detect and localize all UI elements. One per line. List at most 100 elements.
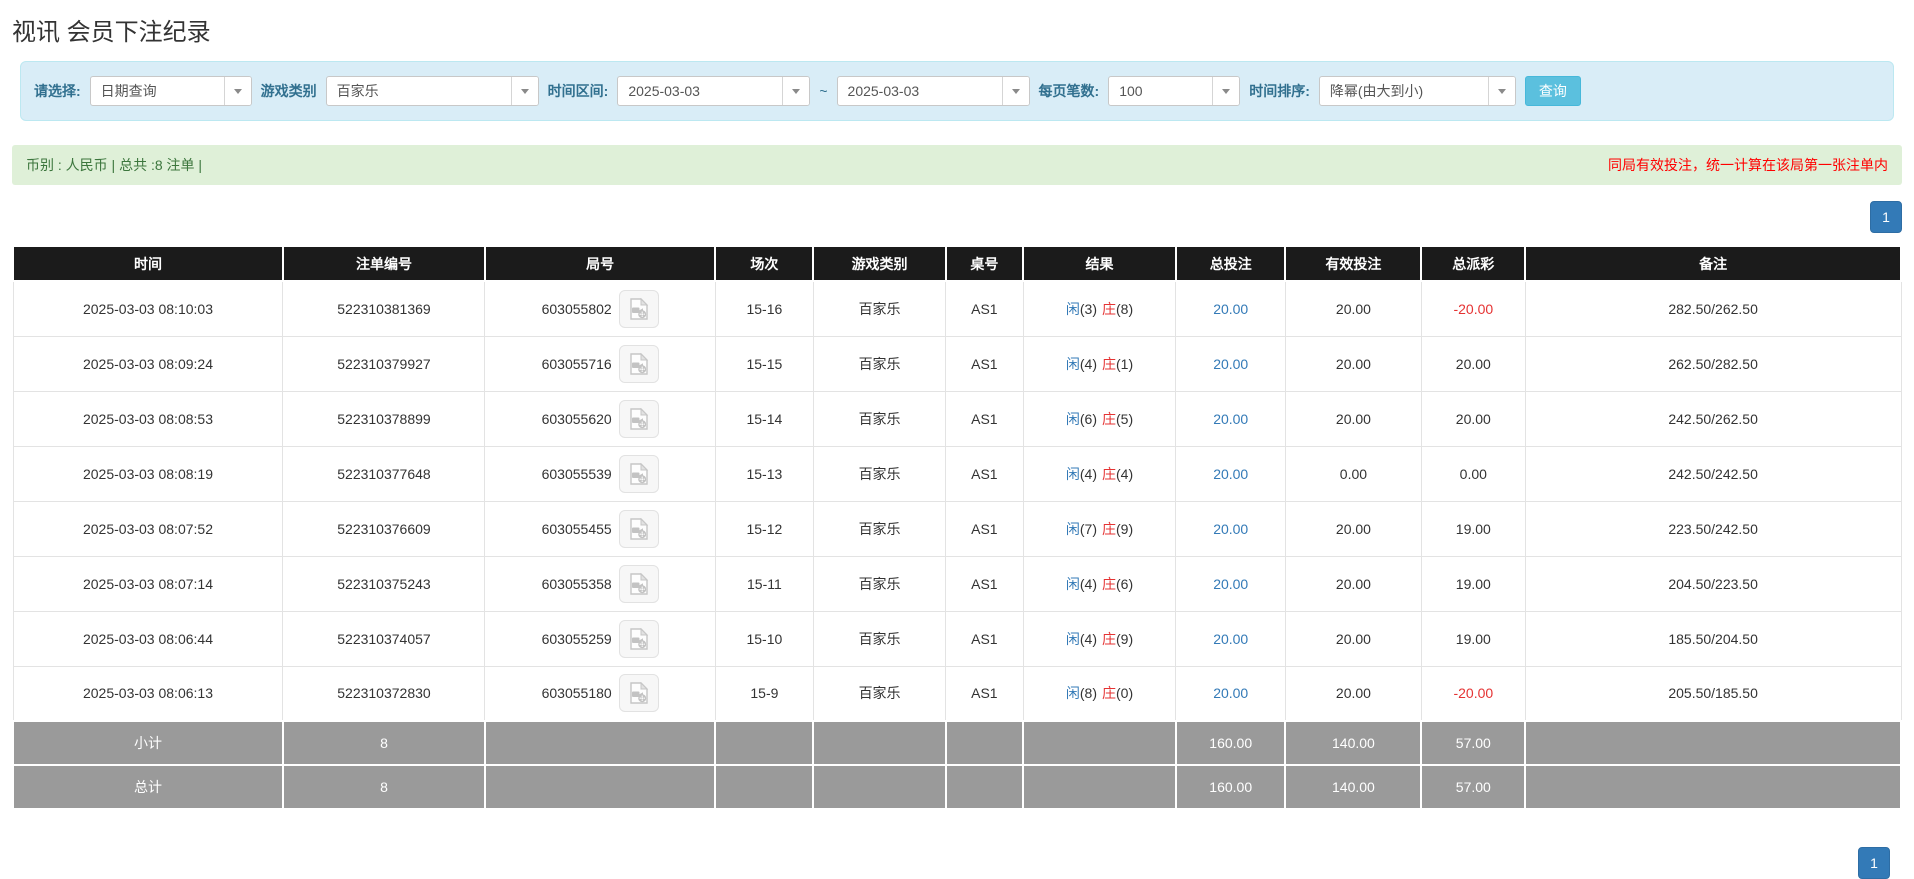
- result-banker: 庄: [1102, 355, 1116, 372]
- cell-table-no: AS1: [945, 610, 1024, 667]
- per-page-select[interactable]: 100: [1108, 76, 1241, 106]
- video-replay-button[interactable]: [618, 344, 659, 383]
- table-body: 2025-03-03 08:10:03 522310381369 6030558…: [12, 280, 1902, 722]
- chevron-down-icon: [1212, 77, 1240, 105]
- date-from-select[interactable]: 2025-03-03: [617, 76, 811, 106]
- subtotal-valid-bet: 140.00: [1284, 720, 1423, 766]
- cell-payout: 19.00: [1420, 500, 1526, 557]
- query-type-select[interactable]: 日期查询: [89, 76, 252, 106]
- cell-session: 15-12: [714, 500, 814, 557]
- cell-remark: 205.50/185.50: [1524, 665, 1902, 722]
- summary-notice-text: 同局有效投注，统一计算在该局第一张注单内: [1608, 157, 1888, 173]
- cell-total-bet: 20.00: [1175, 665, 1286, 722]
- result-banker: 庄: [1102, 300, 1116, 317]
- cell-payout: 19.00: [1420, 610, 1526, 667]
- cell-round: 603055802: [484, 280, 716, 337]
- total-bet-link[interactable]: 20.00: [1213, 631, 1248, 647]
- video-replay-button[interactable]: [618, 289, 659, 328]
- table-row: 2025-03-03 08:06:13 522310372830 6030551…: [12, 665, 1902, 722]
- video-replay-button[interactable]: [618, 674, 659, 713]
- table-row: 2025-03-03 08:10:03 522310381369 6030558…: [12, 280, 1902, 337]
- game-type-label: 游戏类别: [260, 83, 317, 99]
- cell-remark: 242.50/262.50: [1524, 390, 1902, 447]
- cell-time: 2025-03-03 08:07:14: [12, 555, 284, 612]
- pagination-top: 1: [12, 201, 1902, 233]
- total-bet-link[interactable]: 20.00: [1213, 356, 1248, 372]
- cell-round: 603055259: [484, 610, 716, 667]
- column-header-2: 局号: [483, 245, 717, 282]
- subtotal-total-bet: 160.00: [1174, 720, 1287, 766]
- result-banker: 庄: [1102, 630, 1116, 647]
- column-header-9: 总派彩: [1420, 245, 1527, 282]
- total-bet-link[interactable]: 20.00: [1213, 576, 1248, 592]
- column-header-10: 备注: [1524, 245, 1902, 282]
- video-replay-button[interactable]: [618, 454, 659, 493]
- cell-result: 闲(4) 庄(9): [1022, 610, 1177, 667]
- column-header-0: 时间: [12, 245, 284, 282]
- date-to-select[interactable]: 2025-03-03: [836, 76, 1030, 106]
- cell-time: 2025-03-03 08:06:44: [12, 610, 284, 667]
- grand-total-row: 总计 8 160.00 140.00 57.00: [12, 764, 1902, 810]
- cell-bet-id: 522310381369: [282, 280, 486, 337]
- video-file-icon: [629, 462, 648, 485]
- table-header-row: 时间 注单编号 局号 场次 游戏类别 桌号 结果 总投注 有效投注 总派彩 备注: [12, 245, 1902, 282]
- cell-bet-id: 522310377648: [282, 445, 486, 502]
- cell-valid-bet: 0.00: [1284, 445, 1422, 502]
- date-from-value: 2025-03-03: [628, 83, 700, 99]
- sort-select[interactable]: 降幂(由大到小): [1318, 76, 1516, 106]
- total-bet-link[interactable]: 20.00: [1213, 685, 1248, 701]
- cell-game-type: 百家乐: [812, 665, 947, 722]
- cell-valid-bet: 20.00: [1284, 280, 1422, 337]
- result-banker: 庄: [1102, 465, 1116, 482]
- search-button[interactable]: 查询: [1524, 76, 1581, 106]
- cell-bet-id: 522310379927: [282, 335, 486, 392]
- total-bet-link[interactable]: 20.00: [1213, 301, 1248, 317]
- cell-result: 闲(7) 庄(9): [1022, 500, 1177, 557]
- cell-valid-bet: 20.00: [1284, 390, 1422, 447]
- cell-round: 603055539: [484, 445, 716, 502]
- cell-payout: 20.00: [1420, 390, 1526, 447]
- cell-payout: -20.00: [1420, 280, 1526, 337]
- cell-table-no: AS1: [945, 665, 1024, 722]
- total-bet-link[interactable]: 20.00: [1213, 466, 1248, 482]
- table-row: 2025-03-03 08:07:14 522310375243 6030553…: [12, 555, 1902, 612]
- table-row: 2025-03-03 08:09:24 522310379927 6030557…: [12, 335, 1902, 392]
- video-file-icon: [629, 517, 648, 540]
- cell-total-bet: 20.00: [1175, 390, 1286, 447]
- video-file-icon: [629, 572, 648, 595]
- pagination-bottom: 1: [1858, 847, 1890, 879]
- video-replay-button[interactable]: [618, 399, 659, 438]
- cell-time: 2025-03-03 08:09:24: [12, 335, 284, 392]
- video-replay-button[interactable]: [618, 619, 659, 658]
- video-replay-button[interactable]: [618, 564, 659, 603]
- cell-result: 闲(3) 庄(8): [1022, 280, 1177, 337]
- cell-game-type: 百家乐: [812, 610, 947, 667]
- total-bet-link[interactable]: 20.00: [1213, 411, 1248, 427]
- cell-table-no: AS1: [945, 500, 1024, 557]
- game-type-select[interactable]: 百家乐: [325, 76, 539, 106]
- cell-payout: 0.00: [1420, 445, 1526, 502]
- total-bet-link[interactable]: 20.00: [1213, 521, 1248, 537]
- page-button-1[interactable]: 1: [1858, 847, 1890, 879]
- column-header-7: 总投注: [1174, 245, 1287, 282]
- cell-round: 603055716: [484, 335, 716, 392]
- video-file-icon: [629, 297, 648, 320]
- cell-bet-id: 522310374057: [282, 610, 486, 667]
- cell-total-bet: 20.00: [1175, 610, 1286, 667]
- cell-table-no: AS1: [945, 445, 1024, 502]
- page-button-1[interactable]: 1: [1870, 201, 1902, 233]
- cell-result: 闲(4) 庄(4): [1022, 445, 1177, 502]
- cell-session: 15-15: [714, 335, 814, 392]
- video-replay-button[interactable]: [618, 509, 659, 548]
- column-header-1: 注单编号: [281, 245, 486, 282]
- chevron-down-icon: [1001, 77, 1029, 105]
- cell-total-bet: 20.00: [1175, 445, 1286, 502]
- cell-result: 闲(4) 庄(1): [1022, 335, 1177, 392]
- cell-valid-bet: 20.00: [1284, 610, 1422, 667]
- column-header-5: 桌号: [944, 245, 1025, 282]
- cell-table-no: AS1: [945, 335, 1024, 392]
- cell-remark: 262.50/282.50: [1524, 335, 1902, 392]
- tilde-separator: ~: [819, 83, 828, 99]
- cell-table-no: AS1: [945, 555, 1024, 612]
- cell-table-no: AS1: [945, 390, 1024, 447]
